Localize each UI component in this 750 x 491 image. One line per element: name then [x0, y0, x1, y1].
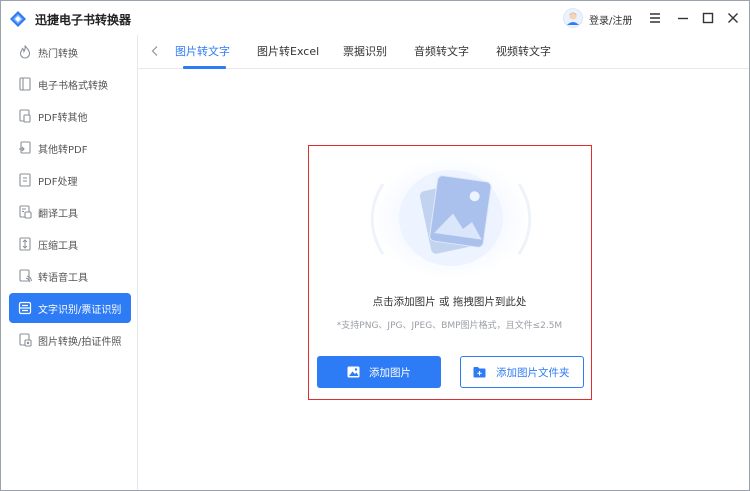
sidebar-item-label: 转语音工具: [38, 273, 88, 284]
login-register-link[interactable]: 登录/注册: [589, 12, 632, 27]
image-illustration-icon: [370, 156, 532, 280]
app-title: 迅捷电子书转换器: [35, 13, 132, 27]
book-icon: [19, 77, 31, 91]
sidebar-item-label: 热门转换: [38, 49, 78, 60]
active-tab-indicator: [183, 66, 226, 69]
compress-icon: [19, 237, 31, 251]
tab-audio-to-text[interactable]: 音频转文字: [414, 43, 469, 59]
sidebar-item-hot-convert[interactable]: 热门转换: [9, 37, 131, 67]
voice-icon: [19, 269, 32, 283]
ocr-icon: [18, 301, 32, 315]
image-convert-icon: [19, 333, 32, 347]
sidebar-item-ocr[interactable]: 文字识别/票证识别: [9, 293, 131, 323]
add-image-label: 添加图片: [369, 367, 411, 379]
sidebar-item-image-convert[interactable]: 图片转换/拍证件照: [9, 325, 131, 355]
sidebar-item-pdf-process[interactable]: PDF处理: [9, 165, 131, 195]
sidebar-item-label: PDF转其他: [38, 113, 88, 124]
sidebar-item-voice[interactable]: 转语音工具: [9, 261, 131, 291]
sidebar-item-label: PDF处理: [38, 177, 78, 188]
sidebar-item-label: 文字识别/票证识别: [38, 305, 122, 316]
tab-video-to-text[interactable]: 视频转文字: [496, 43, 551, 59]
drop-zone-hint: *支持PNG、JPG、JPEG、BMP图片格式，且文件≤2.5M: [336, 321, 563, 331]
sidebar-item-other-to-pdf[interactable]: 其他转PDF: [9, 133, 131, 163]
tab-image-to-excel[interactable]: 图片转Excel: [257, 43, 319, 59]
chevron-left-icon[interactable]: [148, 44, 162, 58]
add-image-button[interactable]: 添加图片: [317, 356, 441, 388]
sidebar-item-label: 图片转换/拍证件照: [38, 337, 122, 348]
fire-icon: [19, 45, 31, 59]
pdf-convert-icon: [19, 109, 31, 123]
minimize-icon[interactable]: [675, 10, 691, 26]
user-avatar-icon[interactable]: [563, 8, 583, 28]
image-icon: [347, 366, 360, 378]
add-image-folder-button[interactable]: 添加图片文件夹: [460, 356, 584, 388]
sidebar-item-label: 翻译工具: [38, 209, 78, 220]
to-pdf-icon: [19, 141, 31, 154]
maximize-icon[interactable]: [700, 10, 716, 26]
tab-image-to-text[interactable]: 图片转文字: [175, 43, 230, 59]
tab-bill-recognition[interactable]: 票据识别: [343, 43, 387, 59]
title-bar: 迅捷电子书转换器 登录/注册: [1, 1, 749, 35]
app-window: 迅捷电子书转换器 登录/注册 热门转换 电子书格式转换 PDF转其他 其他转PD…: [0, 0, 750, 491]
drop-zone-title: 点击添加图片 或 拖拽图片到此处: [372, 296, 527, 308]
tab-bar: 图片转文字 图片转Excel 票据识别 音频转文字 视频转文字: [138, 35, 749, 69]
sidebar: 热门转换 电子书格式转换 PDF转其他 其他转PDF PDF处理 翻译工具 压缩…: [1, 35, 138, 490]
sidebar-item-pdf-to-other[interactable]: PDF转其他: [9, 101, 131, 131]
sidebar-item-ebook-format[interactable]: 电子书格式转换: [9, 69, 131, 99]
close-icon[interactable]: [725, 10, 741, 26]
app-logo-icon: [10, 11, 26, 27]
pdf-process-icon: [19, 173, 31, 187]
folder-add-icon: [473, 367, 486, 378]
add-image-folder-label: 添加图片文件夹: [496, 367, 570, 379]
translate-icon: [19, 205, 32, 219]
sidebar-item-label: 电子书格式转换: [38, 81, 108, 92]
sidebar-item-translate[interactable]: 翻译工具: [9, 197, 131, 227]
image-drop-zone[interactable]: 点击添加图片 或 拖拽图片到此处 *支持PNG、JPG、JPEG、BMP图片格式…: [308, 145, 592, 400]
menu-icon[interactable]: [647, 10, 663, 26]
sidebar-item-label: 压缩工具: [38, 241, 78, 252]
sidebar-item-compress[interactable]: 压缩工具: [9, 229, 131, 259]
sidebar-item-label: 其他转PDF: [38, 145, 88, 156]
